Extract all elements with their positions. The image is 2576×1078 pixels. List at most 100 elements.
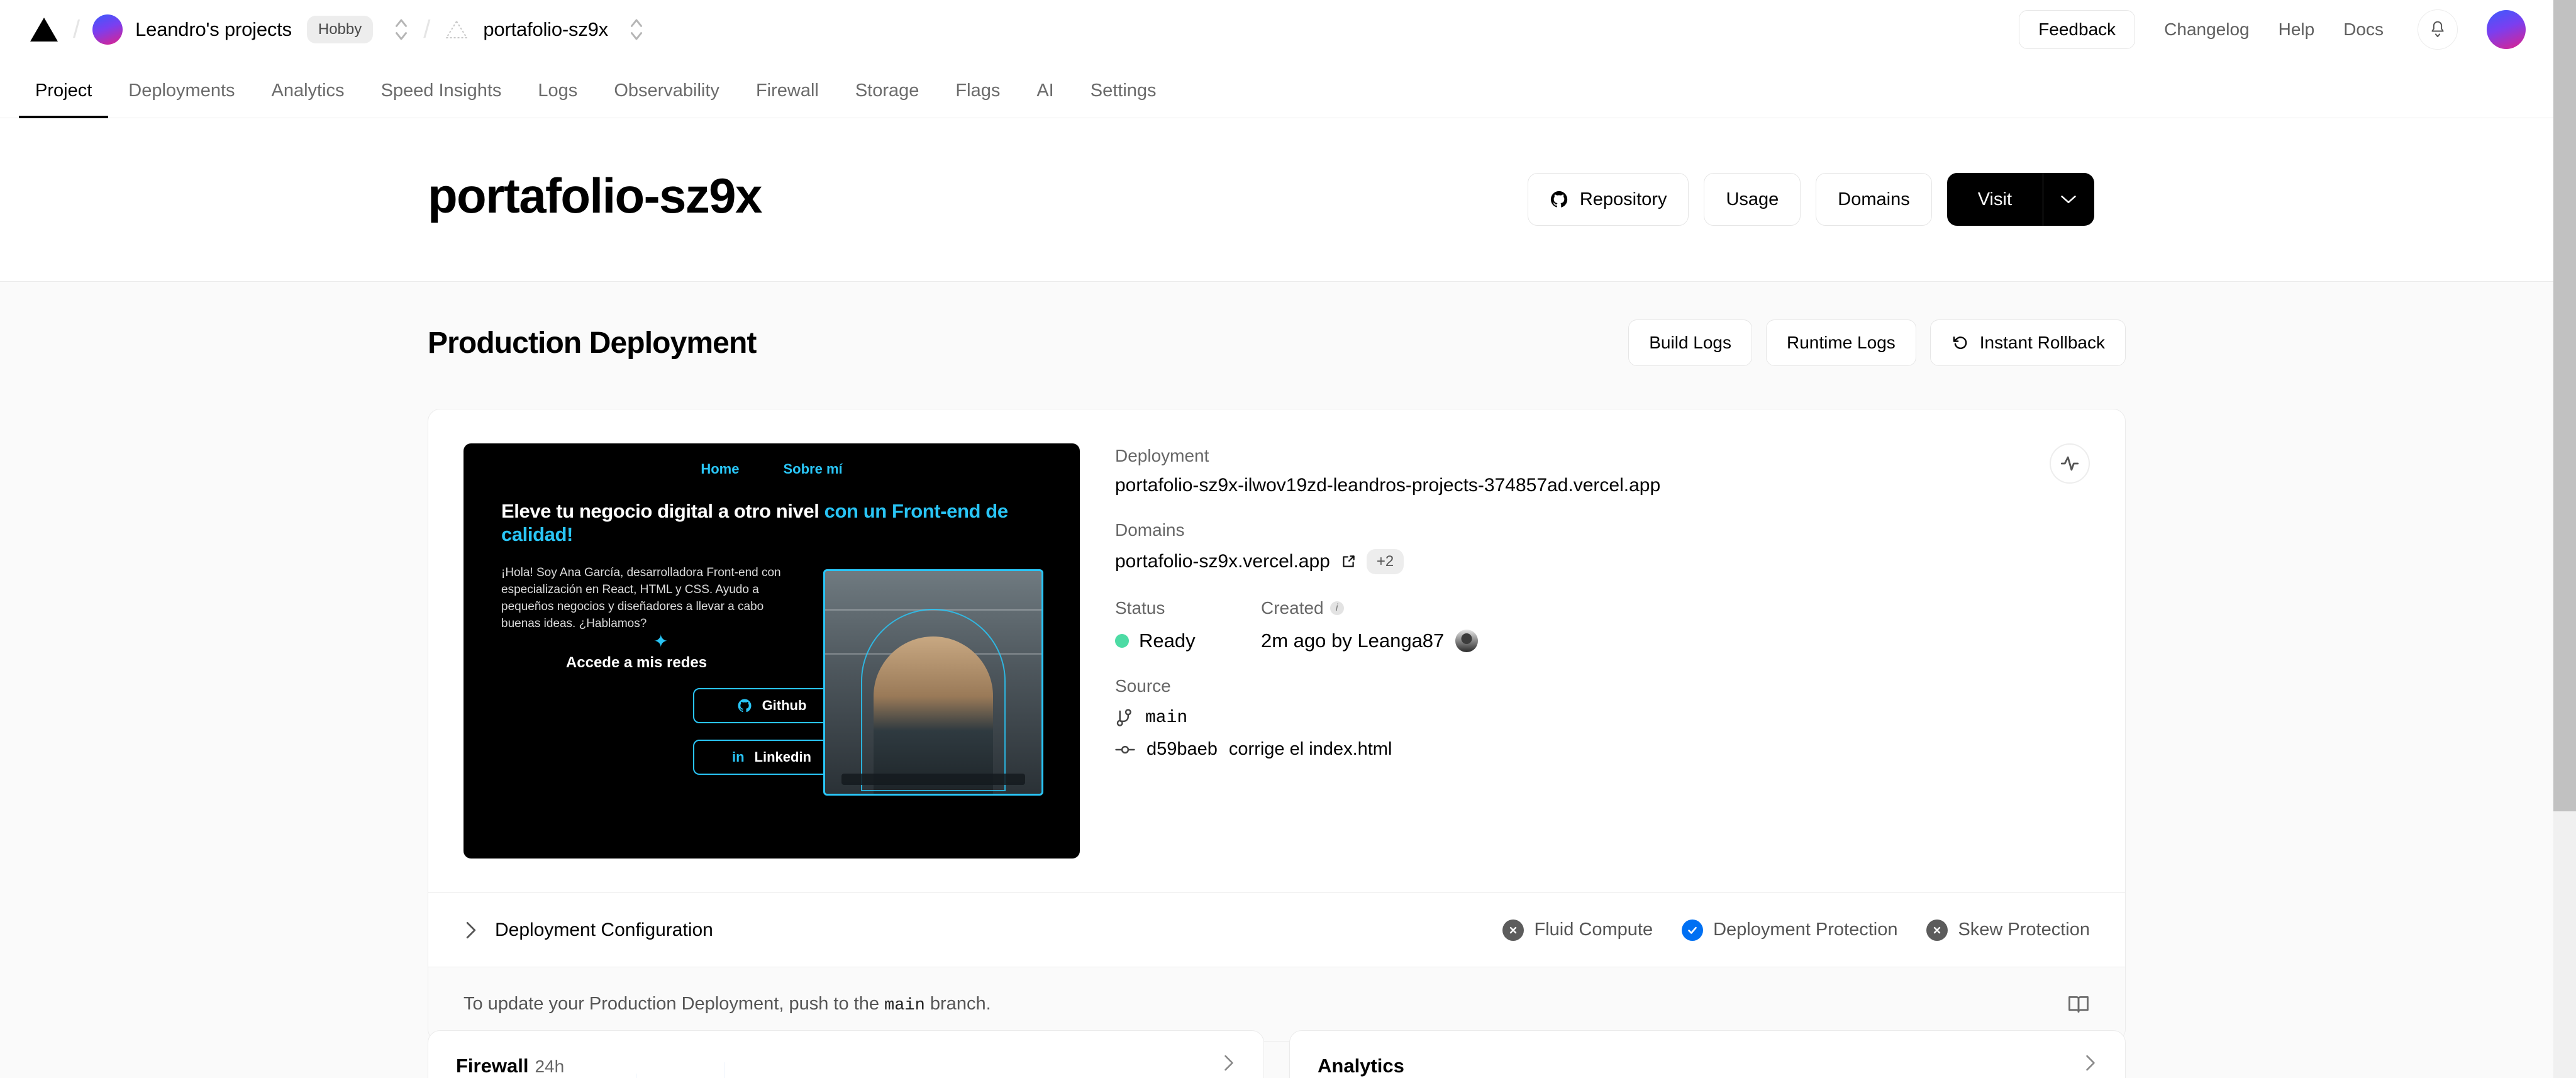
project-action-buttons: Repository Usage Domains Visit: [1527, 173, 2094, 226]
status-badge: Ready: [1115, 630, 1261, 652]
tab-flags[interactable]: Flags: [939, 82, 1016, 118]
repository-button-label: Repository: [1579, 189, 1667, 209]
preview-linkedin-label: Linkedin: [754, 749, 811, 765]
page-title: portafolio-sz9x: [428, 168, 762, 223]
branch-name: main: [1145, 708, 1188, 728]
created-column: Created i 2m ago by Leanga87: [1261, 598, 1479, 652]
tab-logs[interactable]: Logs: [521, 82, 594, 118]
preview-headline-white: Eleve tu negocio digital a otro nivel: [501, 500, 819, 522]
preview-nav-home: Home: [701, 461, 740, 477]
external-link-icon[interactable]: [1340, 553, 1357, 570]
header-right-actions: Feedback Changelog Help Docs: [2019, 9, 2526, 50]
tab-storage[interactable]: Storage: [839, 82, 936, 118]
github-icon: [738, 699, 752, 713]
github-icon: [1550, 191, 1567, 208]
skew-protection-status: Skew Protection: [1926, 919, 2090, 941]
team-name-label: Leandro's projects: [135, 18, 292, 40]
production-deployment-card: Home Sobre mí Eleve tu negocio digital a…: [428, 409, 2126, 1042]
git-commit-icon: [1115, 745, 1135, 753]
cross-circle-icon: [1926, 919, 1948, 941]
project-title-row: portafolio-sz9x Repository Usage Domains…: [0, 118, 2553, 282]
branch-row[interactable]: main: [1115, 708, 2090, 728]
notifications-bell-button[interactable]: [2418, 9, 2458, 50]
app-root: / Leandro's projects Hobby / portafolio-…: [0, 0, 2576, 1078]
visit-button[interactable]: Visit: [1946, 173, 2043, 226]
config-title: Deployment Configuration: [495, 919, 713, 940]
preview-site-nav: Home Sobre mí: [464, 443, 1080, 477]
commit-row[interactable]: d59baeb corrige el index.html: [1115, 739, 2090, 760]
usage-button-label: Usage: [1726, 189, 1779, 209]
page-scrollbar-thumb[interactable]: [2553, 0, 2576, 811]
project-chevron-up-down-icon[interactable]: [627, 16, 646, 43]
instant-rollback-button[interactable]: Instant Rollback: [1929, 320, 2126, 366]
project-name-label: portafolio-sz9x: [483, 18, 608, 40]
tab-ai[interactable]: AI: [1020, 82, 1070, 118]
user-avatar[interactable]: [2487, 9, 2526, 49]
tab-firewall[interactable]: Firewall: [740, 82, 835, 118]
chevron-right-icon[interactable]: [1222, 1053, 1236, 1072]
info-icon[interactable]: i: [1330, 601, 1344, 615]
tab-observability[interactable]: Observability: [597, 82, 736, 118]
preview-github-label: Github: [762, 697, 807, 714]
fluid-compute-label: Fluid Compute: [1534, 920, 1653, 940]
section-title: Production Deployment: [428, 326, 757, 360]
docs-link[interactable]: Docs: [2343, 19, 2384, 40]
page-scrollbar-track[interactable]: [2553, 0, 2576, 1078]
cross-circle-icon: [1502, 919, 1524, 941]
tab-deployments[interactable]: Deployments: [112, 82, 251, 118]
usage-button[interactable]: Usage: [1704, 173, 1801, 226]
rollback-icon: [1953, 336, 1967, 349]
status-created-block: Status Ready Created i 2m ago by Leanga8…: [1115, 598, 2090, 652]
team-avatar: [92, 14, 123, 45]
docs-book-button[interactable]: [2067, 994, 2090, 1014]
help-link[interactable]: Help: [2279, 19, 2315, 40]
preview-paragraph: ¡Hola! Soy Ana García, desarrolladora Fr…: [501, 566, 781, 631]
domains-button-label: Domains: [1838, 189, 1910, 209]
deployment-preview-thumbnail[interactable]: Home Sobre mí Eleve tu negocio digital a…: [464, 443, 1080, 859]
author-avatar: [1455, 630, 1479, 652]
project-selector[interactable]: portafolio-sz9x: [443, 16, 646, 43]
deployment-activity-button[interactable]: [2050, 443, 2090, 484]
runtime-logs-button[interactable]: Runtime Logs: [1766, 320, 1916, 366]
tab-speed-insights[interactable]: Speed Insights: [365, 82, 518, 118]
domains-button[interactable]: Domains: [1816, 173, 1932, 226]
instant-rollback-label: Instant Rollback: [1979, 333, 2105, 352]
analytics-card[interactable]: Analytics: [1289, 1030, 2126, 1078]
production-deployment-header: Production Deployment Build Logs Runtime…: [428, 320, 2126, 366]
created-value: 2m ago by Leanga87: [1261, 630, 1445, 652]
build-logs-button[interactable]: Build Logs: [1628, 320, 1753, 366]
status-dot-icon: [1115, 634, 1129, 648]
domain-row: portafolio-sz9x.vercel.app +2: [1115, 549, 2090, 574]
vercel-triangle-logo[interactable]: [28, 16, 60, 43]
bell-icon: [2431, 21, 2444, 37]
team-selector[interactable]: Leandro's projects Hobby: [92, 14, 411, 45]
feedback-button[interactable]: Feedback: [2019, 9, 2136, 49]
primary-domain-link[interactable]: portafolio-sz9x.vercel.app: [1115, 551, 1330, 572]
chevron-up-down-icon[interactable]: [392, 16, 411, 43]
chevron-right-icon[interactable]: [464, 920, 479, 940]
activity-pulse-icon: [2060, 456, 2079, 471]
deployment-configuration-row[interactable]: Deployment Configuration Fluid Compute D…: [428, 892, 2125, 967]
insight-cards-row: Firewall 24h Analytics: [428, 1030, 2126, 1078]
plan-badge: Hobby: [306, 15, 374, 43]
repository-button[interactable]: Repository: [1527, 173, 1689, 226]
tab-settings[interactable]: Settings: [1074, 82, 1173, 118]
deployment-url[interactable]: portafolio-sz9x-ilwov19zd-leandros-proje…: [1115, 475, 2090, 496]
project-favicon-icon: [443, 16, 470, 43]
created-value-row: 2m ago by Leanga87: [1261, 630, 1479, 652]
chevron-right-icon[interactable]: [2084, 1053, 2097, 1072]
preview-cta-heading: Accede a mis redes: [565, 654, 708, 672]
top-header-bar: / Leandro's projects Hobby / portafolio-…: [0, 0, 2553, 58]
tab-project[interactable]: Project: [19, 82, 109, 118]
extra-domains-badge[interactable]: +2: [1366, 549, 1404, 574]
tab-analytics[interactable]: Analytics: [255, 82, 361, 118]
firewall-card[interactable]: Firewall 24h: [428, 1030, 1264, 1078]
changelog-link[interactable]: Changelog: [2164, 19, 2249, 40]
deployment-card-body: Home Sobre mí Eleve tu negocio digital a…: [428, 409, 2125, 892]
deployment-url-block: Deployment portafolio-sz9x-ilwov19zd-lea…: [1115, 446, 2090, 496]
source-label: Source: [1115, 676, 1171, 696]
breadcrumb-separator-1: /: [73, 15, 80, 43]
visit-dropdown-button[interactable]: [2043, 173, 2094, 226]
preview-headline: Eleve tu negocio digital a otro nivel co…: [501, 500, 1042, 546]
runtime-logs-label: Runtime Logs: [1787, 333, 1896, 352]
